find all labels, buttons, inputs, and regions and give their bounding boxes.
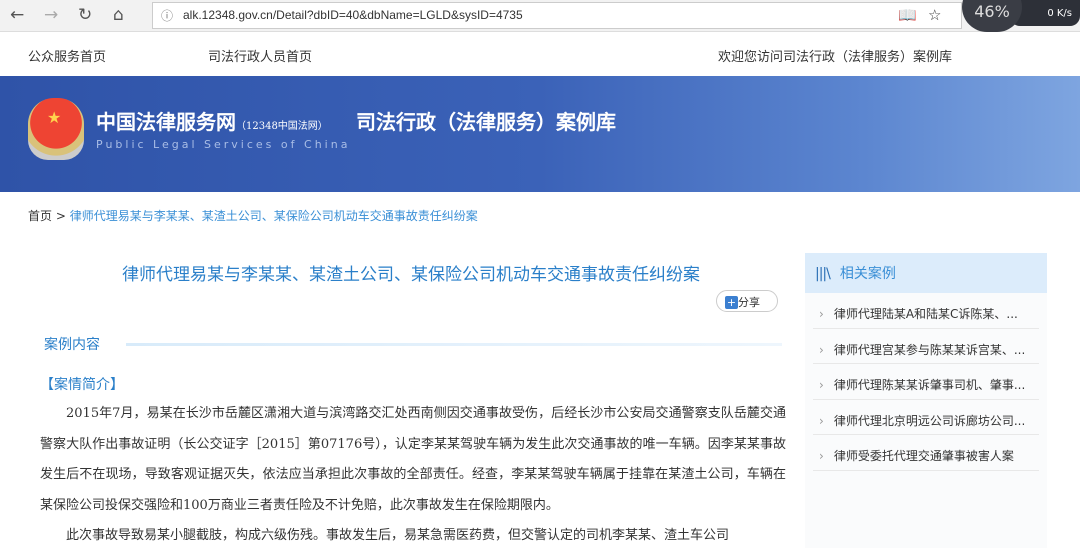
welcome-text: 欢迎您访问司法行政（法律服务）案例库: [718, 50, 953, 65]
nav-staff-home[interactable]: 司法行政人员首页: [208, 46, 312, 65]
chevron-right-icon: ›: [819, 307, 824, 321]
chevron-right-icon: ›: [819, 378, 824, 392]
favorite-star-icon[interactable]: ☆: [928, 6, 941, 24]
library-title: 司法行政（法律服务）案例库: [356, 110, 616, 134]
site-name: 中国法律服务网（12348中国法网）: [96, 110, 328, 134]
related-case-item[interactable]: › 律师代理宫某参与陈某某诉宫某、...: [813, 329, 1039, 364]
info-icon[interactable]: ⓘ: [161, 7, 173, 24]
chevron-right-icon: ›: [819, 413, 824, 428]
section-divider: [126, 343, 782, 346]
paragraph: 此次事故导致易某小腿截肢，构成六级伤残。事故发生后，易某急需医药费，但交警认定的…: [66, 528, 730, 543]
related-cases-panel: |||\ 相关案例 › 律师代理陆某A和陆某C诉陈某、... › 律师代理宫某参与陈某…: [805, 253, 1047, 548]
related-case-item[interactable]: › 律师受委托代理交通肇事被害人案: [813, 435, 1039, 471]
national-emblem-logo: [28, 98, 84, 160]
chevron-right-icon: ›: [819, 449, 824, 463]
address-bar[interactable]: ⓘ alk.12348.gov.cn/Detail?dbID=40&dbName…: [152, 2, 962, 29]
reading-view-icon[interactable]: 📖: [898, 6, 917, 24]
breadcrumb-separator: >: [55, 209, 66, 223]
related-case-item[interactable]: › 律师代理陈某某诉肇事司机、肇事...: [813, 364, 1039, 400]
plus-icon: +: [725, 296, 738, 309]
related-case-item[interactable]: › 律师代理北京明远公司诉廊坊公司...: [813, 400, 1039, 435]
breadcrumb-home[interactable]: 首页: [28, 209, 52, 223]
top-nav: 公众服务首页 司法行政人员首页 欢迎您访问司法行政（法律服务）案例库: [0, 32, 1080, 76]
site-english-name: Public Legal Services of China: [96, 138, 351, 151]
forward-icon[interactable]: →: [44, 5, 58, 25]
memory-gauge: 46%: [962, 0, 1022, 32]
paragraph: 2015年7月，易某在长沙市岳麓区潇湘大道与滨湾路交汇处西南侧因交通事故受伤，后…: [40, 406, 786, 513]
site-banner: 中国法律服务网（12348中国法网） Public Legal Services…: [0, 76, 1080, 192]
breadcrumb: 首页 > 律师代理易某与李某某、某渣土公司、某保险公司机动车交通事故责任纠纷案: [28, 207, 478, 224]
article-title: 律师代理易某与李某某、某渣土公司、某保险公司机动车交通事故责任纠纷案: [122, 265, 700, 285]
case-summary-heading: 【案情简介】: [40, 377, 124, 393]
section-heading: 案例内容: [44, 337, 100, 353]
back-icon[interactable]: ←: [10, 5, 24, 25]
url-text[interactable]: alk.12348.gov.cn/Detail?dbID=40&dbName=L…: [183, 8, 523, 22]
share-button[interactable]: + 分享: [716, 290, 778, 312]
nav-public-home[interactable]: 公众服务首页: [28, 46, 106, 65]
refresh-icon[interactable]: ↻: [78, 5, 92, 25]
related-cases-header: |||\ 相关案例: [805, 253, 1047, 293]
article: 律师代理易某与李某某、某渣土公司、某保险公司机动车交通事故责任纠纷案 + 分享 案…: [30, 240, 792, 548]
browser-toolbar: ← → ↻ ⌂ ⓘ alk.12348.gov.cn/Detail?dbID=4…: [0, 0, 1080, 32]
home-icon[interactable]: ⌂: [113, 5, 124, 25]
books-icon: |||\: [815, 266, 831, 282]
chevron-right-icon: ›: [819, 342, 824, 357]
related-case-item[interactable]: › 律师代理陆某A和陆某C诉陈某、...: [813, 293, 1039, 329]
breadcrumb-current[interactable]: 律师代理易某与李某某、某渣土公司、某保险公司机动车交通事故责任纠纷案: [70, 209, 478, 223]
